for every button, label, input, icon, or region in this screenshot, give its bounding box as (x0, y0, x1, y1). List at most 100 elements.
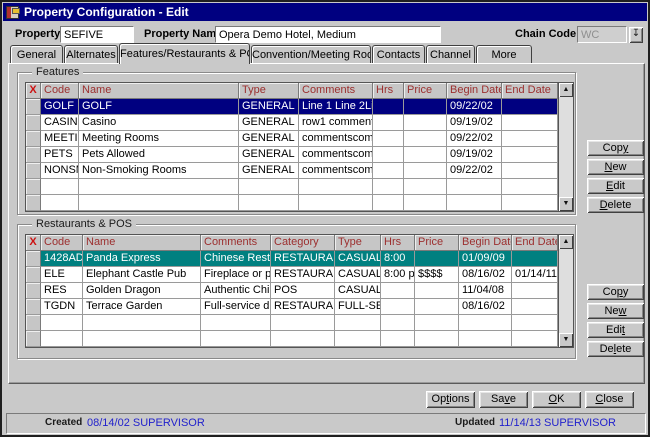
chain-code-lov-button[interactable]: ↧ (629, 27, 643, 43)
scroll-up-button[interactable]: ▲ (559, 235, 573, 249)
cell-category (271, 331, 335, 347)
table-row[interactable]: PETSPets AllowedGENERALcommentscomme09/1… (26, 147, 558, 163)
close-button[interactable]: Close (585, 391, 634, 408)
cell-begin_date: 11/04/08 (459, 283, 512, 299)
cell-type: GENERAL (239, 115, 299, 131)
cell-hrs (381, 283, 415, 299)
cell-x (26, 315, 41, 331)
table-row[interactable] (26, 195, 558, 211)
tab-features-restaurants-pos[interactable]: Features/Restaurants & POS (119, 43, 250, 64)
table-row[interactable]: NONSMKNon-Smoking RoomsGENERALcommentsco… (26, 163, 558, 179)
cell-code: ELE (41, 267, 83, 283)
cell-x (26, 115, 41, 131)
cell-x (26, 99, 41, 115)
table-row[interactable]: MEETINGMeeting RoomsGENERALcommentscomme… (26, 131, 558, 147)
scrollbar-track[interactable] (559, 249, 573, 333)
cell-comments: commentscomme (299, 163, 373, 179)
restaurants-copy-button[interactable]: Copy (587, 284, 644, 300)
features-vertical-scrollbar[interactable]: ▲ ▼ (559, 82, 574, 212)
cell-begin_date (447, 195, 502, 211)
scroll-down-button[interactable]: ▼ (559, 197, 573, 211)
table-row[interactable]: ELEElephant Castle PubFireplace or patRE… (26, 267, 558, 283)
restaurants-new-button[interactable]: New (587, 303, 644, 319)
property-name-label: Property Name (144, 28, 222, 40)
property-input[interactable] (60, 26, 134, 43)
scroll-up-button[interactable]: ▲ (559, 83, 573, 97)
save-button[interactable]: Save (479, 391, 528, 408)
cell-comments: commentscomme (299, 131, 373, 147)
cell-hrs: 8:00 pm (381, 267, 415, 283)
column-header-type: Type (239, 83, 299, 99)
cell-begin_date: 09/22/02 (447, 99, 502, 115)
window-titlebar[interactable]: Property Configuration - Edit (3, 3, 647, 21)
cell-x (26, 267, 41, 283)
column-header-hrs: Hrs (373, 83, 404, 99)
cell-category: RESTAURANT (271, 251, 335, 267)
property-name-input[interactable] (215, 26, 441, 43)
features-delete-button[interactable]: Delete (587, 197, 644, 213)
chain-code-input[interactable] (577, 26, 627, 43)
cell-name: Elephant Castle Pub (83, 267, 201, 283)
table-row[interactable]: GOLFGOLFGENERALLine 1 Line 2Line09/22/02 (26, 99, 558, 115)
column-header-type: Type (335, 235, 381, 251)
cell-name: Pets Allowed (79, 147, 239, 163)
tab-alternates[interactable]: Alternates (64, 45, 118, 64)
cell-price (404, 179, 447, 195)
cell-comments: Authentic Chines (201, 283, 271, 299)
cell-x (26, 131, 41, 147)
cell-code: MEETING (41, 131, 79, 147)
features-edit-button[interactable]: Edit (587, 178, 644, 194)
scroll-down-button[interactable]: ▼ (559, 333, 573, 347)
cell-comments: commentscomme (299, 147, 373, 163)
features-new-button[interactable]: New (587, 159, 644, 175)
column-header-price: Price (404, 83, 447, 99)
cell-end_date (512, 299, 558, 315)
table-row[interactable]: TGDNTerrace GardenFull-service dinirREST… (26, 299, 558, 315)
tab-contacts[interactable]: Contacts (372, 45, 425, 64)
cell-x (26, 163, 41, 179)
cell-x (26, 331, 41, 347)
tab-convention-meeting-rooms[interactable]: Convention/Meeting Rooms (251, 45, 371, 64)
cell-x (26, 195, 41, 211)
cell-name: Golden Dragon (83, 283, 201, 299)
table-row[interactable] (26, 315, 558, 331)
table-row[interactable]: RESGolden DragonAuthentic ChinesPOSCASUA… (26, 283, 558, 299)
features-copy-button[interactable]: Copy (587, 140, 644, 156)
table-row[interactable]: 1428ADPanda ExpressChinese RestauRESTAUR… (26, 251, 558, 267)
cell-price (404, 147, 447, 163)
tab-general[interactable]: General (10, 45, 63, 64)
cell-hrs (373, 131, 404, 147)
cell-name (83, 315, 201, 331)
scrollbar-track[interactable] (559, 97, 573, 197)
cell-hrs (381, 299, 415, 315)
column-header-comments: Comments (299, 83, 373, 99)
restaurants-delete-button[interactable]: Delete (587, 341, 644, 357)
cell-code (41, 315, 83, 331)
table-row[interactable] (26, 331, 558, 347)
cell-begin_date: 01/09/09 (459, 251, 512, 267)
cell-type: CASUAL (335, 251, 381, 267)
cell-end_date (512, 251, 558, 267)
ok-button[interactable]: OK (532, 391, 581, 408)
cell-begin_date (447, 179, 502, 195)
table-row[interactable]: CASINOCasinoGENERALrow1 comments o09/19/… (26, 115, 558, 131)
app-icon (6, 6, 19, 19)
cell-begin_date: 09/19/02 (447, 147, 502, 163)
cell-price (404, 99, 447, 115)
restaurants-vertical-scrollbar[interactable]: ▲ ▼ (559, 234, 574, 348)
cell-begin_date: 09/19/02 (447, 115, 502, 131)
cell-price (404, 163, 447, 179)
cell-hrs (373, 195, 404, 211)
column-header-hrs: Hrs (381, 235, 415, 251)
features-table: XCodeNameTypeCommentsHrsPriceBegin DateE… (25, 82, 574, 212)
cell-price: $$$$ (415, 267, 459, 283)
tab-channel[interactable]: Channel (426, 45, 475, 64)
table-row[interactable] (26, 179, 558, 195)
options-button[interactable]: Options (426, 391, 475, 408)
cell-code: NONSMK (41, 163, 79, 179)
tab-more[interactable]: More (476, 45, 532, 64)
cell-comments (201, 331, 271, 347)
cell-x (26, 251, 41, 267)
restaurants-edit-button[interactable]: Edit (587, 322, 644, 338)
cell-type: CASUAL D (335, 267, 381, 283)
